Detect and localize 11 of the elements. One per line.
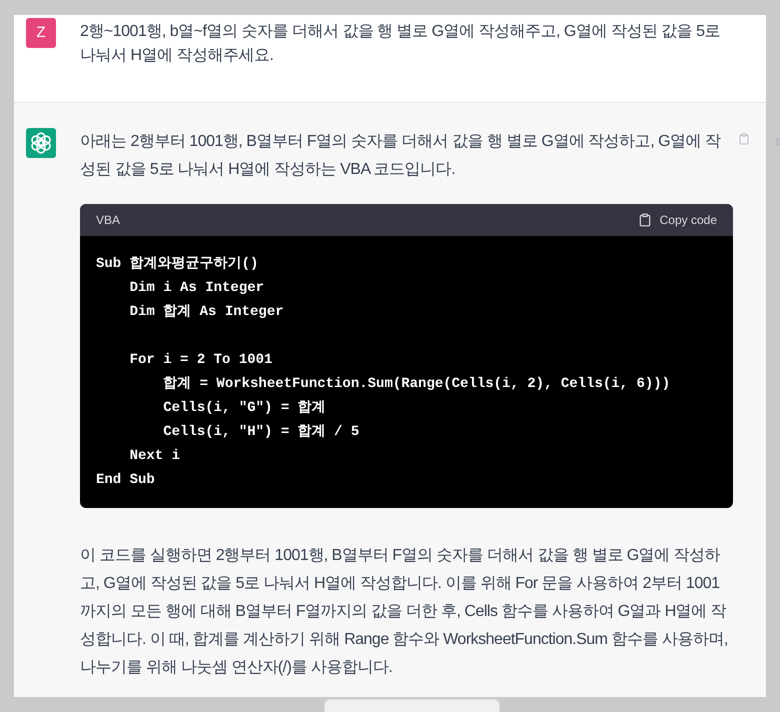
code-text: Sub 합계와평균구하기() Dim i As Integer Dim 합계 As Integer For i = 2 To 1001 합계 = WorksheetFunction.Sum(Range(Cells(i, 2), Cells(i, 6))) Cells(i, "G") = 합계 Cells(i, "H") = 합계 / 5 Next i End Sub [95, 255, 672, 490]
user-message-text: 2행~1001행, b열~f열의 숫자를 더해서 값을 행 별로 G열에 작성해주고, G열에 작성된 값을 5로 나눠서 H열에 작성해주세요. [80, 22, 722, 66]
assistant-intro-text: 아래는 2행부터 1001행, B열부터 F열의 숫자를 더해서 값을 행 별로 G열에 작성하고, G열에 작성된 값을 5로 나눠서 H열에 작성하는 VBA 코드입니다. [80, 132, 722, 180]
code-language-label: VBA [96, 212, 120, 229]
user-avatar: Z [26, 18, 56, 48]
clipboard-icon [638, 213, 652, 227]
copy-code-button[interactable]: Copy code [638, 211, 717, 229]
button-edge[interactable] [324, 699, 500, 712]
copy-message-icon[interactable] [738, 133, 750, 145]
assistant-explanation-text: 이 코드를 실행하면 2행부터 1001행, B열부터 F열의 숫자를 더해서 값을 행 별로 G열에 작성하고, G열에 작성된 값을 5로 나눠서 H열에 작성합니다. 이를 위해 For 문을 사용하여 2부터 1001까지의 모든 행에 대해 B열부터 F열까지의 값을 더한 후, Cells 함수를 사용하여 G열과 H열에 작성합니다. 이 때, 합계를 계산하기 위해 Range 함수와 WorksheetFunction.Sum 함수를 사용하며, 나누기를 위해 나눗셈 연산자(/)를 사용합니다. [80, 546, 729, 678]
assistant-avatar-icon [26, 128, 56, 158]
